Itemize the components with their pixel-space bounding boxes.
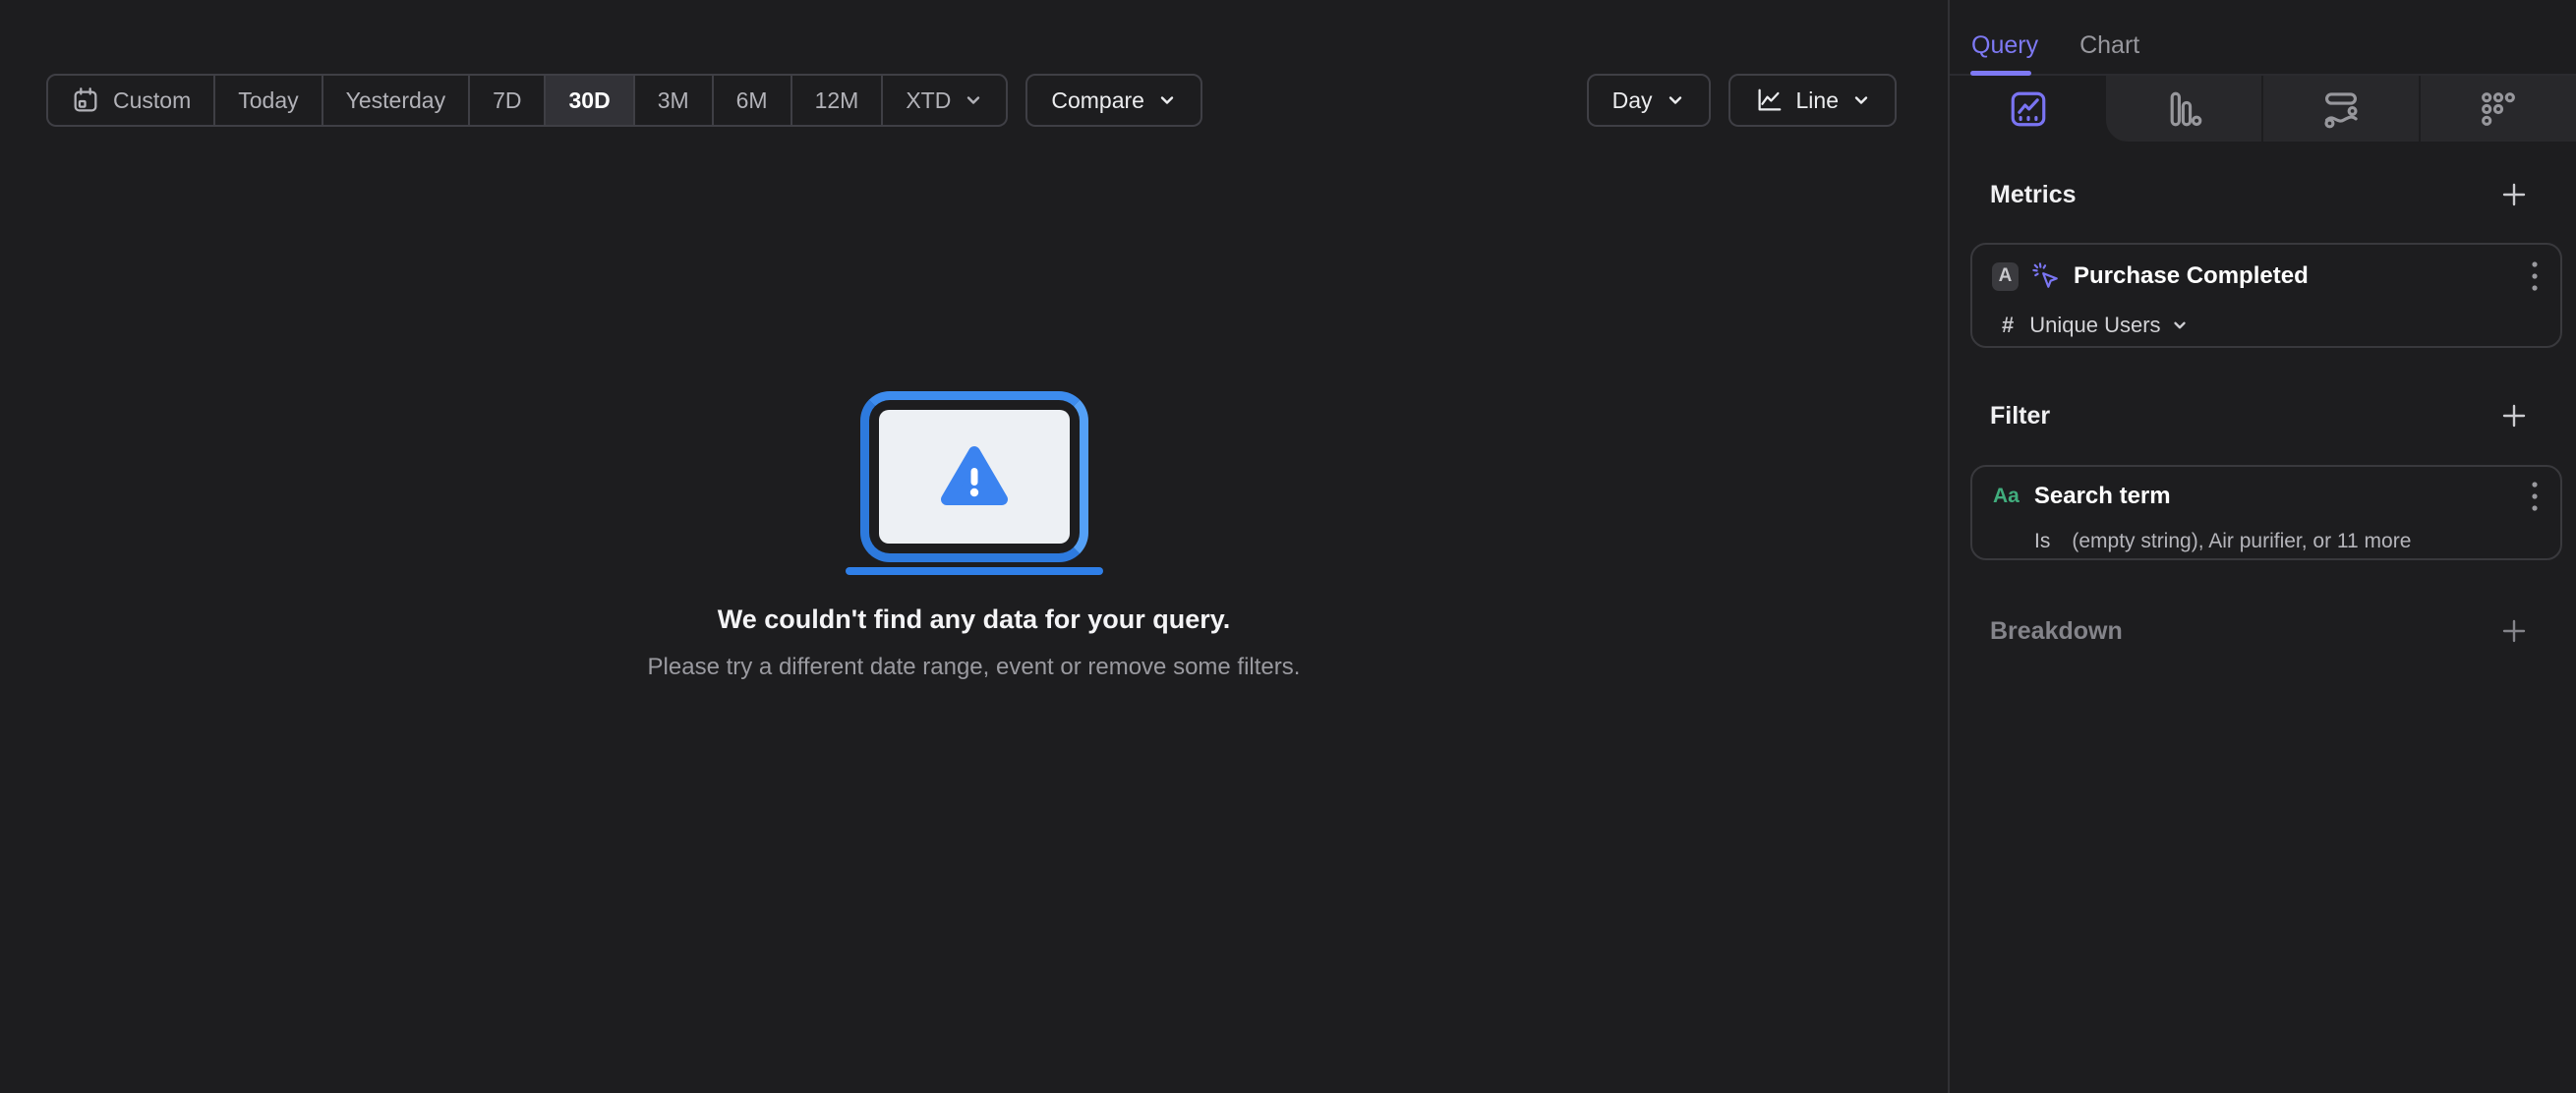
report-type-tabs: [1950, 76, 2576, 142]
report-type-tabs-inactive: [2106, 76, 2576, 142]
string-property-icon: Aa: [1993, 485, 2020, 507]
filter-section-header: Filter: [1990, 401, 2529, 431]
calendar-icon: [74, 87, 97, 112]
add-breakdown-button[interactable]: [2499, 616, 2529, 646]
date-range-custom[interactable]: Custom: [48, 76, 216, 125]
date-range-yesterday[interactable]: Yesterday: [323, 76, 471, 125]
metric-options-kebab-icon[interactable]: [2531, 259, 2539, 293]
chevron-down-icon: [2173, 321, 2186, 329]
main-canvas: Custom Today Yesterday 7D 30D 3M 6M 12M …: [0, 0, 1948, 1093]
empty-state-title: We couldn't find any data for your query…: [717, 604, 1231, 634]
chart-toolbar: Custom Today Yesterday 7D 30D 3M 6M 12M …: [46, 74, 1897, 127]
date-range-30d-selected[interactable]: 30D: [546, 76, 635, 125]
retention-icon: [2482, 91, 2515, 126]
granularity-dropdown[interactable]: Day: [1586, 74, 1711, 127]
filter-values[interactable]: (empty string), Air purifier, or 11 more: [2072, 530, 2411, 553]
metric-row: A Purchase Completed: [1992, 259, 2539, 293]
add-filter-button[interactable]: [2499, 401, 2529, 431]
chevron-down-icon: [1160, 96, 1174, 104]
metric-letter-badge: A: [1992, 261, 2019, 291]
tab-insights-active[interactable]: [1950, 76, 2106, 142]
flows-icon: [2324, 91, 2358, 128]
insights-icon: [2011, 91, 2045, 126]
query-sidebar: Query Chart Metrics A Purchase Completed…: [1948, 0, 2576, 1093]
line-chart-icon: [1758, 88, 1781, 111]
sidebar-tabs: Query Chart: [1950, 0, 2576, 76]
tab-chart[interactable]: Chart: [2079, 31, 2139, 60]
filter-property-name[interactable]: Search term: [2034, 483, 2171, 510]
filter-card[interactable]: Aa Search term Is (empty string), Air pu…: [1970, 465, 2562, 560]
active-tab-indicator: [1970, 71, 2031, 76]
date-range-label: Custom: [113, 86, 192, 113]
laptop-error-illustration: [859, 391, 1088, 562]
breakdown-section-header: Breakdown: [1990, 616, 2529, 646]
metrics-section-header: Metrics: [1990, 180, 2529, 209]
aggregation-symbol: #: [2002, 313, 2015, 337]
date-range-group: Custom Today Yesterday 7D 30D 3M 6M 12M …: [46, 74, 1009, 127]
aggregation-dropdown[interactable]: Unique Users: [2029, 313, 2188, 338]
date-range-today[interactable]: Today: [215, 76, 323, 125]
breakdown-heading: Breakdown: [1990, 616, 2123, 645]
filter-condition-row: Is (empty string), Air purifier, or 11 m…: [2034, 530, 2560, 553]
chevron-down-icon: [1669, 96, 1681, 104]
chevron-down-icon: [1854, 96, 1868, 104]
empty-state: We couldn't find any data for your query…: [0, 391, 1948, 681]
metric-event-name[interactable]: Purchase Completed: [2074, 262, 2309, 290]
filter-options-kebab-icon[interactable]: [2531, 480, 2539, 513]
tab-retention[interactable]: [2419, 76, 2576, 142]
tab-query[interactable]: Query: [1971, 31, 2038, 60]
chart-type-dropdown[interactable]: Line: [1727, 74, 1897, 127]
add-metric-button[interactable]: [2499, 180, 2529, 209]
funnels-icon: [2170, 91, 2202, 126]
date-range-xtd[interactable]: XTD: [883, 76, 1006, 125]
date-range-12m[interactable]: 12M: [792, 76, 884, 125]
empty-state-subtitle: Please try a different date range, event…: [647, 654, 1301, 680]
filter-row: Aa Search term: [1993, 480, 2539, 513]
metric-aggregation-row: # Unique Users: [2002, 313, 2560, 338]
tab-flows[interactable]: [2261, 76, 2419, 142]
date-range-6m[interactable]: 6M: [714, 76, 792, 125]
filter-heading: Filter: [1990, 401, 2051, 430]
tab-funnels[interactable]: [2106, 76, 2261, 142]
metric-card[interactable]: A Purchase Completed # Unique Users: [1970, 243, 2562, 348]
chevron-down-icon: [967, 96, 980, 104]
date-range-3m[interactable]: 3M: [635, 76, 714, 125]
laptop-base: [845, 567, 1103, 575]
compare-button[interactable]: Compare: [1025, 74, 1202, 127]
filter-operator[interactable]: Is: [2034, 530, 2050, 553]
warning-triangle-icon: [940, 446, 1008, 505]
laptop-screen: [878, 410, 1070, 544]
date-range-7d[interactable]: 7D: [470, 76, 547, 125]
metrics-heading: Metrics: [1990, 180, 2077, 208]
event-cursor-icon: [2032, 262, 2058, 288]
